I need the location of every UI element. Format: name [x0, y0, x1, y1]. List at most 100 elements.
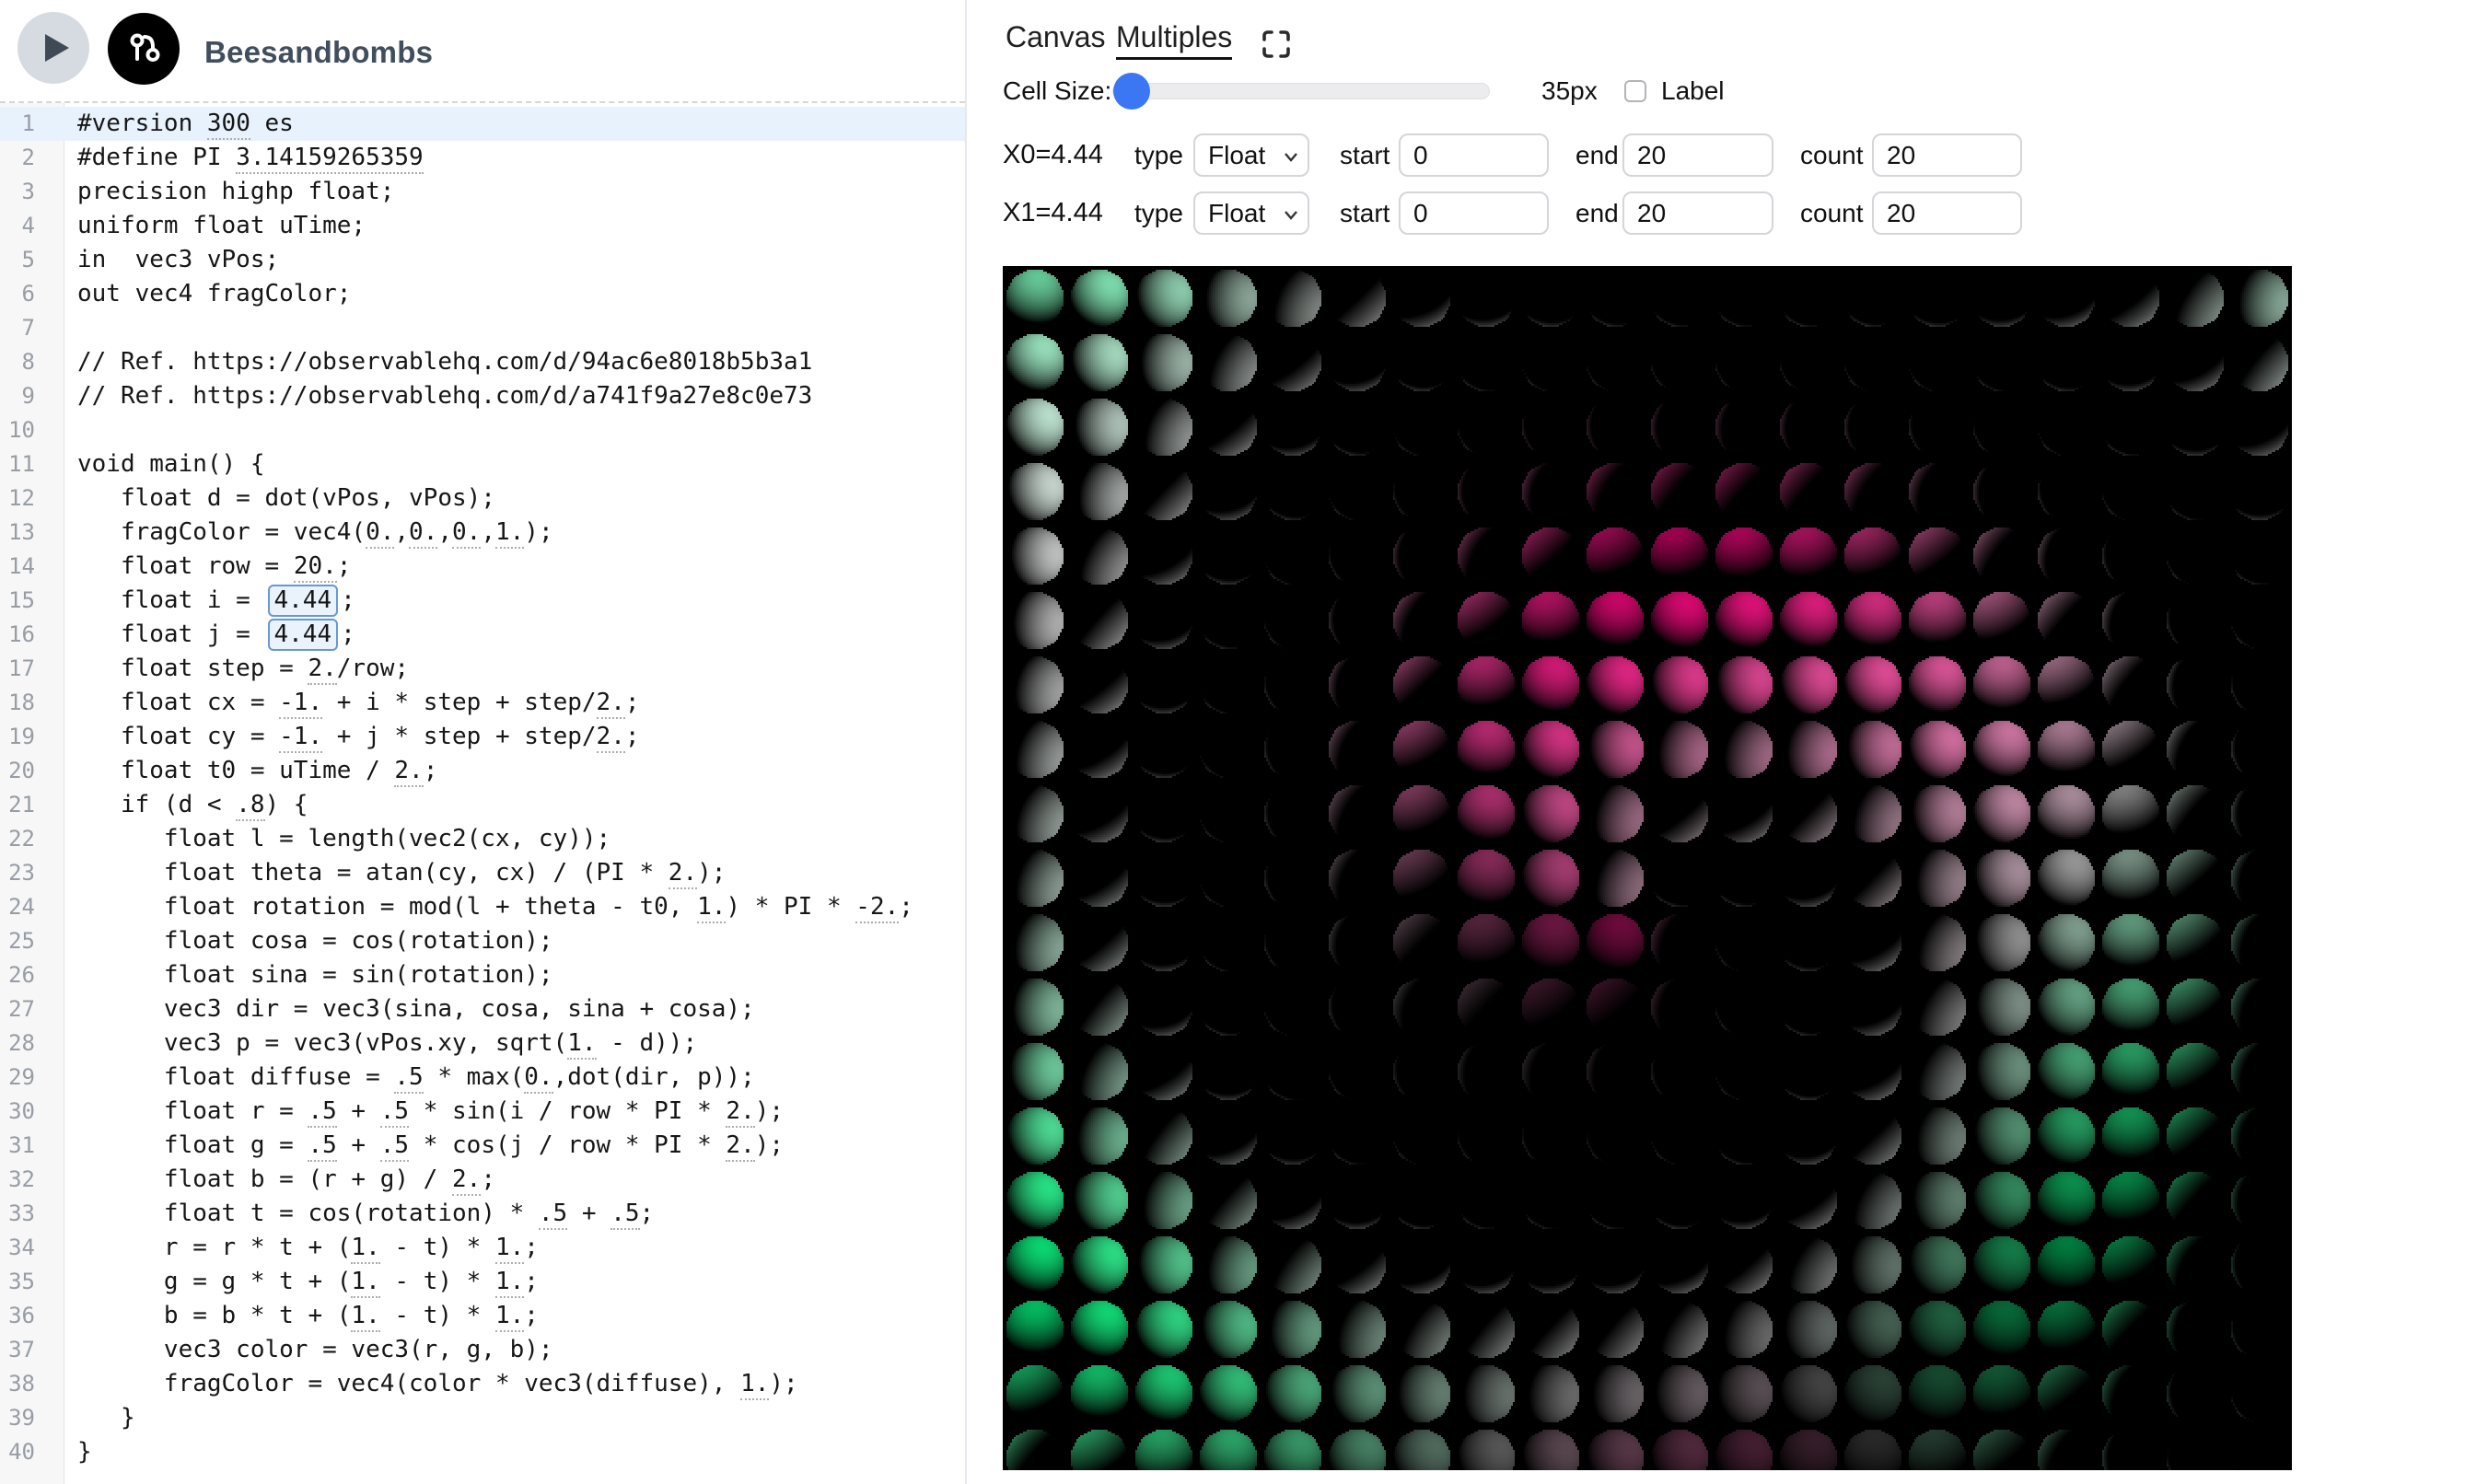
- code-line[interactable]: 25 float cosa = cos(rotation);: [0, 924, 965, 958]
- line-number: 35: [0, 1265, 64, 1299]
- line-number: 11: [0, 447, 64, 481]
- code-text: float diffuse = .5 * max(0.,dot(dir, p))…: [64, 1061, 755, 1095]
- code-line[interactable]: 6out vec4 fragColor;: [0, 277, 965, 311]
- count-input[interactable]: 20: [1872, 133, 2022, 177]
- number-literal: 20.: [294, 552, 337, 583]
- app-logo[interactable]: [108, 13, 180, 85]
- code-line[interactable]: 36 b = b * t + (1. - t) * 1.;: [0, 1299, 965, 1333]
- code-text: out vec4 fragColor;: [64, 277, 351, 311]
- line-number: 26: [0, 958, 64, 992]
- cell-size-value: 35px: [1541, 77, 1598, 105]
- code-line[interactable]: 31 float g = .5 + .5 * cos(j / row * PI …: [0, 1129, 965, 1163]
- code-line[interactable]: 34 r = r * t + (1. - t) * 1.;: [0, 1231, 965, 1265]
- code-line[interactable]: 33 float t = cos(rotation) * .5 + .5;: [0, 1197, 965, 1231]
- code-text: fragColor = vec4(0.,0.,0.,1.);: [64, 516, 553, 550]
- type-select[interactable]: Float: [1193, 191, 1309, 235]
- number-literal: 0.: [452, 518, 481, 549]
- line-number: 24: [0, 890, 64, 924]
- number-literal: 1.: [740, 1370, 769, 1400]
- code-line[interactable]: 17 float step = 2./row;: [0, 652, 965, 686]
- code-line[interactable]: 11void main() {: [0, 447, 965, 481]
- number-literal: 2.: [597, 723, 625, 753]
- code-line[interactable]: 1#version 300 es: [0, 107, 965, 141]
- code-line[interactable]: 5in vec3 vPos;: [0, 243, 965, 277]
- code-line[interactable]: 7: [0, 311, 965, 345]
- number-literal: 2.: [597, 689, 625, 719]
- code-line[interactable]: 4uniform float uTime;: [0, 209, 965, 243]
- line-number: 23: [0, 856, 64, 890]
- param-row-x0: X0=4.44 type Float start 0 end 20 count …: [967, 133, 2465, 177]
- code-line[interactable]: 39 }: [0, 1401, 965, 1435]
- code-line[interactable]: 8// Ref. https://observablehq.com/d/94ac…: [0, 345, 965, 379]
- type-select[interactable]: Float: [1193, 133, 1309, 177]
- type-label: type: [1134, 133, 1183, 177]
- end-input[interactable]: 20: [1622, 191, 1773, 235]
- start-label: start: [1340, 191, 1389, 235]
- code-line[interactable]: 24 float rotation = mod(l + theta - t0, …: [0, 890, 965, 924]
- label-checkbox[interactable]: [1624, 80, 1646, 102]
- value-scrubber[interactable]: 4.44: [268, 619, 339, 651]
- code-line[interactable]: 38 fragColor = vec4(color * vec3(diffuse…: [0, 1367, 965, 1401]
- code-line[interactable]: 35 g = g * t + (1. - t) * 1.;: [0, 1265, 965, 1299]
- code-text: float d = dot(vPos, vPos);: [64, 481, 495, 516]
- play-button[interactable]: [17, 12, 89, 84]
- line-number: 3: [0, 175, 64, 209]
- code-line[interactable]: 13 fragColor = vec4(0.,0.,0.,1.);: [0, 516, 965, 550]
- code-line[interactable]: 19 float cy = -1. + j * step + step/2.;: [0, 720, 965, 754]
- cell-size-slider[interactable]: [1112, 83, 1490, 99]
- line-number: 9: [0, 379, 64, 413]
- count-label: count: [1800, 191, 1864, 235]
- code-line[interactable]: 14 float row = 20.;: [0, 550, 965, 584]
- start-input[interactable]: 0: [1399, 133, 1549, 177]
- code-line[interactable]: 37 vec3 color = vec3(r, g, b);: [0, 1333, 965, 1367]
- cell-size-slider-thumb[interactable]: [1113, 73, 1150, 110]
- preview-panel: Canvas Multiples Cell Size: 35px Label X…: [967, 0, 2465, 1484]
- code-text: uniform float uTime;: [64, 209, 366, 243]
- number-literal: 2.: [452, 1165, 481, 1196]
- code-line[interactable]: 22 float l = length(vec2(cx, cy));: [0, 822, 965, 856]
- code-line[interactable]: 12 float d = dot(vPos, vPos);: [0, 481, 965, 516]
- code-line[interactable]: 18 float cx = -1. + i * step + step/2.;: [0, 686, 965, 720]
- code-line[interactable]: 28 vec3 p = vec3(vPos.xy, sqrt(1. - d));: [0, 1026, 965, 1061]
- code-line[interactable]: 23 float theta = atan(cy, cx) / (PI * 2.…: [0, 856, 965, 890]
- end-input[interactable]: 20: [1622, 133, 1773, 177]
- code-line[interactable]: 16 float j = 4.44;: [0, 618, 965, 652]
- code-line[interactable]: 15 float i = 4.44;: [0, 584, 965, 618]
- number-literal: -1.: [279, 723, 322, 753]
- line-number: 30: [0, 1095, 64, 1129]
- fullscreen-icon[interactable]: [1260, 28, 1293, 61]
- count-input[interactable]: 20: [1872, 191, 2022, 235]
- code-line[interactable]: 40}: [0, 1435, 965, 1469]
- tab-multiples[interactable]: Multiples: [1116, 20, 1232, 60]
- number-literal: 1.: [495, 1234, 524, 1264]
- code-text: float g = .5 + .5 * cos(j / row * PI * 2…: [64, 1129, 784, 1163]
- number-literal: .5: [539, 1200, 567, 1230]
- code-line[interactable]: 27 vec3 dir = vec3(sina, cosa, sina + co…: [0, 992, 965, 1026]
- value-scrubber[interactable]: 4.44: [268, 585, 339, 617]
- code-line[interactable]: 3precision highp float;: [0, 175, 965, 209]
- code-line[interactable]: 21 if (d < .8) {: [0, 788, 965, 822]
- code-line[interactable]: 20 float t0 = uTime / 2.;: [0, 754, 965, 788]
- code-line[interactable]: 2#define PI 3.14159265359: [0, 141, 965, 175]
- code-text: float cy = -1. + j * step + step/2.;: [64, 720, 640, 754]
- code-line[interactable]: 32 float b = (r + g) / 2.;: [0, 1163, 965, 1197]
- start-input[interactable]: 0: [1399, 191, 1549, 235]
- tab-canvas[interactable]: Canvas: [1006, 20, 1106, 57]
- code-line[interactable]: 10: [0, 413, 965, 447]
- multiples-canvas[interactable]: [1003, 266, 2292, 1470]
- param-name: X1=4.44: [1003, 191, 1103, 235]
- line-number: 8: [0, 345, 64, 379]
- number-literal: 0.: [366, 518, 394, 549]
- code-line[interactable]: 9// Ref. https://observablehq.com/d/a741…: [0, 379, 965, 413]
- code-line[interactable]: 26 float sina = sin(rotation);: [0, 958, 965, 992]
- number-literal: 2.: [394, 757, 423, 787]
- number-literal: 2.: [726, 1097, 754, 1128]
- line-number: 31: [0, 1129, 64, 1163]
- code-editor[interactable]: 1#version 300 es2#define PI 3.1415926535…: [0, 103, 965, 1484]
- code-line[interactable]: 29 float diffuse = .5 * max(0.,dot(dir, …: [0, 1061, 965, 1095]
- number-literal: 300: [207, 110, 250, 140]
- code-text: float rotation = mod(l + theta - t0, 1.)…: [64, 890, 913, 924]
- line-number: 37: [0, 1333, 64, 1367]
- code-text: #version 300 es: [64, 107, 294, 141]
- code-line[interactable]: 30 float r = .5 + .5 * sin(i / row * PI …: [0, 1095, 965, 1129]
